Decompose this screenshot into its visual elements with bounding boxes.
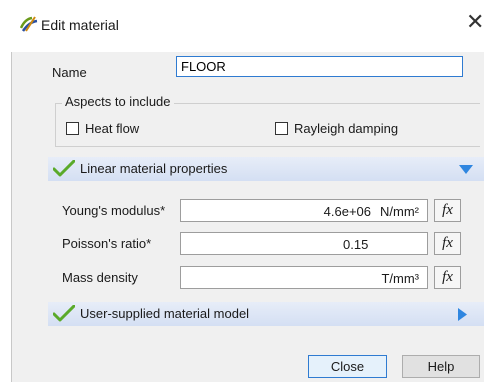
name-input[interactable] [176, 56, 463, 77]
youngs-modulus-label: Young's modulus* [62, 203, 166, 218]
mass-density-field[interactable]: T/mm³ [180, 266, 428, 289]
green-check-icon [53, 160, 75, 177]
green-check-icon [53, 305, 75, 322]
rayleigh-damping-checkbox[interactable] [275, 122, 288, 135]
youngs-modulus-field[interactable]: 4.6e+06 N/mm² [180, 199, 428, 222]
app-logo-icon [20, 16, 38, 32]
rayleigh-damping-label: Rayleigh damping [294, 121, 399, 136]
help-button[interactable]: Help [402, 355, 480, 378]
close-window-icon[interactable]: ✕ [466, 11, 484, 33]
poissons-ratio-field[interactable]: 0.15 [180, 232, 428, 255]
mass-density-label: Mass density [62, 270, 138, 285]
aspects-group-title: Aspects to include [62, 94, 174, 109]
close-button[interactable]: Close [308, 355, 387, 378]
youngs-modulus-value: 4.6e+06 [323, 204, 371, 219]
triangle-down-icon[interactable] [459, 165, 473, 174]
poissons-ratio-fx-button[interactable]: fx [434, 232, 461, 255]
heat-flow-label: Heat flow [85, 121, 140, 136]
user-model-section-header[interactable]: User-supplied material model [48, 302, 484, 326]
poissons-ratio-label: Poisson's ratio* [62, 236, 152, 251]
mass-density-fx-button[interactable]: fx [434, 266, 461, 289]
linear-properties-label: Linear material properties [80, 161, 228, 176]
youngs-modulus-fx-button[interactable]: fx [434, 199, 461, 222]
triangle-right-icon[interactable] [458, 308, 467, 321]
window-title: Edit material [41, 17, 119, 33]
title-bar: Edit material ✕ [0, 0, 484, 52]
heat-flow-checkbox[interactable] [66, 122, 79, 135]
poissons-ratio-value: 0.15 [343, 237, 369, 252]
linear-properties-section-header[interactable]: Linear material properties [48, 157, 484, 181]
name-label: Name [52, 65, 87, 80]
youngs-modulus-unit: N/mm² [380, 204, 419, 219]
user-model-label: User-supplied material model [80, 306, 250, 321]
mass-density-unit: T/mm³ [381, 271, 419, 286]
